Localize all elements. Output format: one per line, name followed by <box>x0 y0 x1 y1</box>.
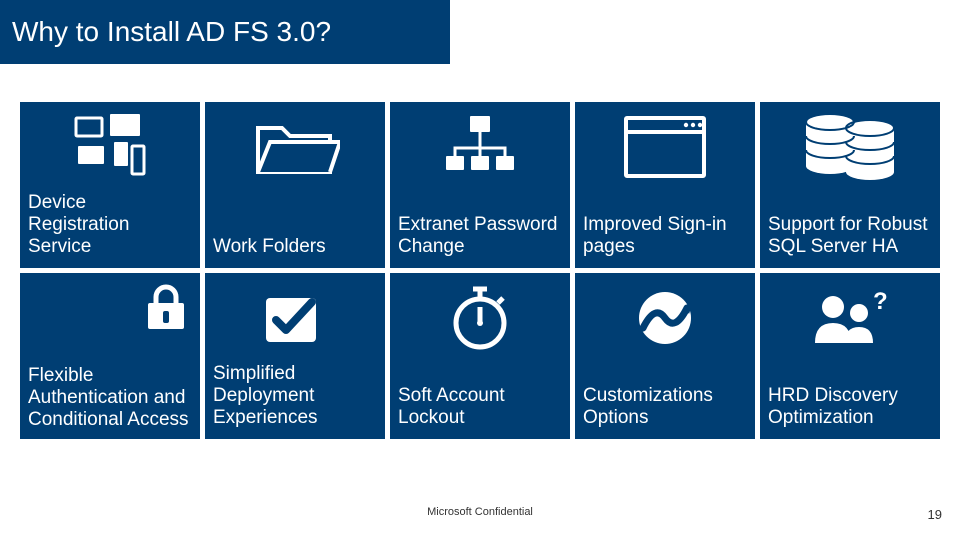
servers-icon <box>760 102 940 192</box>
tile-extranet-password: Extranet Password Change <box>390 102 570 268</box>
people-question-icon: ? <box>760 273 940 363</box>
footer-confidential: Microsoft Confidential <box>0 506 960 518</box>
stopwatch-icon <box>390 273 570 363</box>
lock-icon <box>138 279 194 335</box>
window-icon <box>575 102 755 192</box>
tile-label: HRD Discovery Optimization <box>768 385 932 429</box>
tile-flexible-auth: Flexible Authentication and Conditional … <box>20 273 200 439</box>
title-bar: Why to Install AD FS 3.0? <box>0 0 450 64</box>
tile-label: Work Folders <box>213 236 377 258</box>
page-number: 19 <box>928 507 942 522</box>
route-icon <box>575 273 755 363</box>
tile-lockout: Soft Account Lockout <box>390 273 570 439</box>
tile-deploy: Simplified Deployment Experiences <box>205 273 385 439</box>
tile-sql-ha: Support for Robust SQL Server HA <box>760 102 940 268</box>
tile-label: Soft Account Lockout <box>398 385 562 429</box>
devices-icon <box>20 102 200 192</box>
tile-hrd: ? HRD Discovery Optimization <box>760 273 940 439</box>
tile-label: Improved Sign-in pages <box>583 214 747 258</box>
tile-label: Extranet Password Change <box>398 214 562 258</box>
tile-work-folders: Work Folders <box>205 102 385 268</box>
tile-label: Simplified Deployment Experiences <box>213 363 377 429</box>
checkbox-icon <box>205 273 385 363</box>
org-chart-icon <box>390 102 570 192</box>
tile-customizations: Customizations Options <box>575 273 755 439</box>
tile-signin-pages: Improved Sign-in pages <box>575 102 755 268</box>
tile-label: Support for Robust SQL Server HA <box>768 214 932 258</box>
folder-icon <box>205 102 385 192</box>
tile-label: Flexible Authentication and Conditional … <box>28 365 192 431</box>
tile-device-registration: Device Registration Service <box>20 102 200 268</box>
page-title: Why to Install AD FS 3.0? <box>12 16 331 48</box>
tile-label: Device Registration Service <box>28 192 192 258</box>
svg-text:?: ? <box>873 288 888 315</box>
tile-label: Customizations Options <box>583 385 747 429</box>
feature-grid: Device Registration Service Work Folders <box>20 102 940 439</box>
